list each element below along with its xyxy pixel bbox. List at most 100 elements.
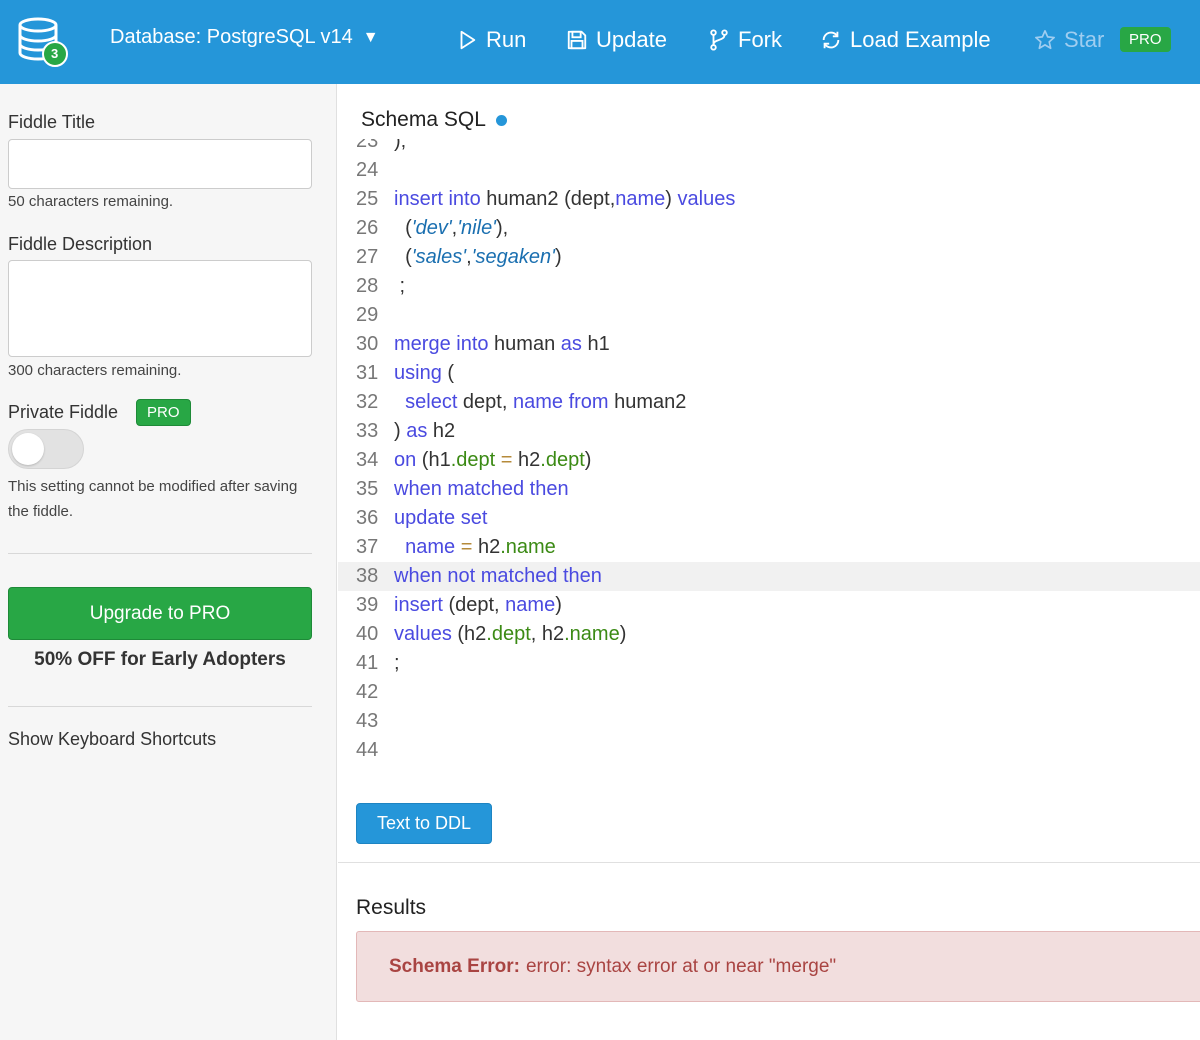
code-line[interactable]: 24 [338, 156, 1200, 185]
caret-down-icon: ▼ [362, 28, 379, 46]
private-fiddle-toggle[interactable] [8, 429, 84, 469]
results-heading: Results [356, 896, 427, 919]
update-label: Update [596, 27, 667, 52]
error-message: error: syntax error at or near "merge" [525, 955, 837, 977]
schema-error-alert: Schema Error: error: syntax error at or … [356, 931, 1200, 1002]
code-line[interactable]: 38 when not matched then [338, 562, 1200, 591]
private-pro-badge: PRO [136, 399, 191, 426]
schema-code-editor[interactable]: 23); 24 25 insert into human2 (dept,name) v… [338, 139, 1200, 779]
code-line[interactable]: 39 insert (dept, name) [338, 591, 1200, 620]
line-number: 32 [356, 391, 379, 413]
load-example-button[interactable]: Load Example [820, 24, 991, 56]
star-label: Star [1064, 27, 1105, 52]
show-keyboard-shortcuts-link[interactable]: Show Keyboard Shortcuts [8, 729, 216, 750]
database-logo-icon[interactable]: 3 [18, 16, 68, 68]
private-note: This setting cannot be modified after sa… [8, 478, 298, 520]
line-number: 35 [356, 478, 379, 500]
code-text: ) as h2 [394, 420, 456, 442]
star-pro-badge: PRO [1120, 27, 1171, 52]
save-icon [567, 30, 587, 50]
fiddle-title-label: Fiddle Title [8, 112, 96, 132]
code-line[interactable]: 44 [338, 736, 1200, 765]
line-number: 33 [356, 420, 379, 442]
code-line[interactable]: 35 when matched then [338, 475, 1200, 504]
code-line[interactable]: 25 insert into human2 (dept,name) values [338, 185, 1200, 214]
line-number: 43 [356, 710, 379, 732]
update-button[interactable]: Update [566, 24, 667, 56]
code-text: ('dev','nile'), [394, 217, 509, 239]
sidebar-divider [8, 553, 312, 554]
code-text: ; [394, 652, 400, 674]
fork-button[interactable]: Fork [708, 24, 782, 56]
schema-sql-heading: Schema SQL [361, 108, 507, 132]
error-label: Schema Error: [389, 955, 520, 977]
code-text: ); [394, 139, 407, 152]
sidebar-divider [8, 706, 312, 707]
early-adopters-promo: 50% OFF for Early Adopters [34, 649, 286, 670]
code-line[interactable]: 43 [338, 707, 1200, 736]
code-line[interactable]: 36 update set [338, 504, 1200, 533]
line-number: 40 [356, 623, 379, 645]
run-label: Run [486, 27, 527, 52]
fiddle-description-label: Fiddle Description [8, 234, 153, 254]
play-icon [460, 30, 476, 50]
code-text: name = h2.name [405, 536, 556, 558]
line-number: 29 [356, 304, 379, 326]
toggle-knob [12, 433, 44, 465]
line-number: 41 [356, 652, 379, 674]
line-number: 37 [356, 536, 379, 558]
schema-title-text: Schema SQL [361, 108, 486, 131]
code-text: merge into human as h1 [394, 333, 610, 355]
code-line[interactable]: 31 using ( [338, 359, 1200, 388]
code-line[interactable]: 27 ('sales','segaken') [338, 243, 1200, 272]
code-line[interactable]: 42 [338, 678, 1200, 707]
code-line[interactable]: 28 ; [338, 272, 1200, 301]
line-number: 23 [356, 139, 379, 152]
line-number: 24 [356, 159, 379, 181]
line-number: 26 [356, 217, 379, 239]
line-number: 28 [356, 275, 379, 297]
load-example-label: Load Example [850, 27, 991, 52]
code-line[interactable]: 23); [338, 139, 1200, 156]
code-text: when not matched then [394, 565, 602, 587]
code-text: when matched then [394, 478, 569, 500]
main-panel: Schema SQL 23); 24 25 insert into human2 (d… [338, 84, 1200, 1040]
main-divider [338, 862, 1200, 863]
database-select[interactable]: Database: PostgreSQL v14 ▼ [110, 26, 379, 49]
line-number: 42 [356, 681, 379, 703]
line-number: 25 [356, 188, 379, 210]
code-line[interactable]: 32 select dept, name from human2 [338, 388, 1200, 417]
star-button[interactable]: Star [1034, 24, 1104, 56]
code-text: using ( [394, 362, 455, 384]
code-line[interactable]: 26 ('dev','nile'), [338, 214, 1200, 243]
code-line[interactable]: 34 on (h1.dept = h2.dept) [338, 446, 1200, 475]
run-button[interactable]: Run [456, 24, 526, 56]
line-number: 38 [356, 565, 379, 587]
line-number: 34 [356, 449, 379, 471]
code-line[interactable]: 29 [338, 301, 1200, 330]
line-number: 31 [356, 362, 379, 384]
sidebar: Fiddle Title 50 characters remaining. Fi… [0, 84, 337, 1040]
fork-label: Fork [738, 27, 782, 52]
top-toolbar: 3 Database: PostgreSQL v14 ▼ Run Update … [0, 0, 1200, 84]
fork-icon [710, 29, 728, 51]
fiddle-title-input[interactable] [8, 139, 312, 189]
code-text: on (h1.dept = h2.dept) [394, 449, 592, 471]
line-number: 39 [356, 594, 379, 616]
code-line[interactable]: 40 values (h2.dept, h2.name) [338, 620, 1200, 649]
line-number: 36 [356, 507, 379, 529]
code-line[interactable]: 37 name = h2.name [338, 533, 1200, 562]
code-text: insert (dept, name) [394, 594, 562, 616]
database-label: Database: PostgreSQL v14 [110, 26, 353, 48]
code-line[interactable]: 41; [338, 649, 1200, 678]
line-number: 27 [356, 246, 379, 268]
fiddle-description-input[interactable] [8, 260, 312, 357]
upgrade-to-pro-button[interactable]: Upgrade to PRO [8, 587, 312, 640]
code-line[interactable]: 30 merge into human as h1 [338, 330, 1200, 359]
unsaved-dot-icon [495, 114, 507, 126]
code-text: values (h2.dept, h2.name) [394, 623, 627, 645]
line-number: 44 [356, 739, 379, 761]
db-count-badge: 3 [51, 46, 59, 61]
text-to-ddl-button[interactable]: Text to DDL [356, 803, 492, 844]
code-line[interactable]: 33 ) as h2 [338, 417, 1200, 446]
